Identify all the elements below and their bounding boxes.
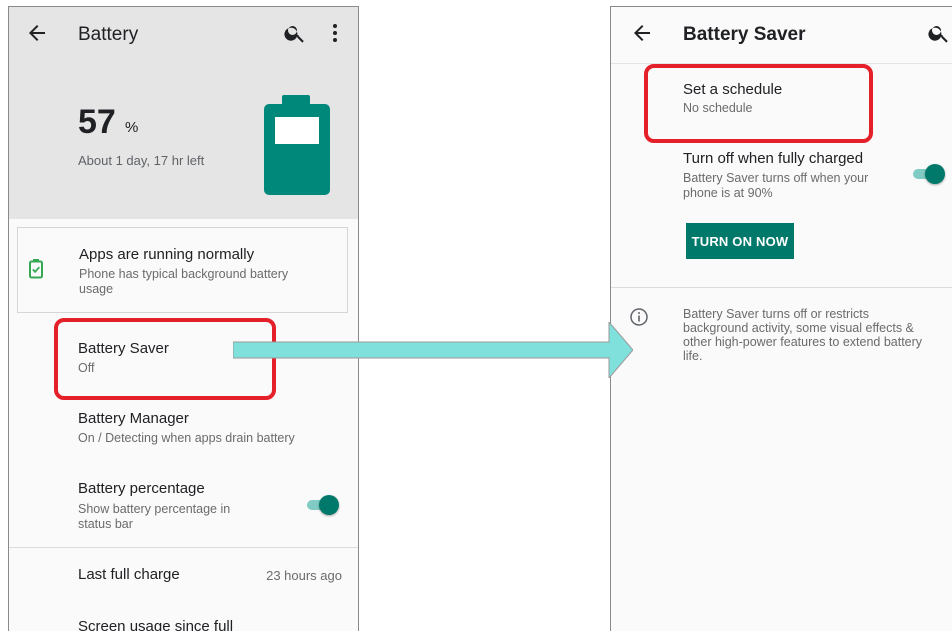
percent-sign: % xyxy=(125,119,139,136)
status-card-title: Apps are running normally xyxy=(79,246,255,263)
more-options-icon[interactable] xyxy=(323,21,347,45)
set-schedule-highlight xyxy=(644,64,873,143)
navigation-arrow xyxy=(233,322,633,378)
battery-manager-title: Battery Manager xyxy=(78,410,189,427)
last-full-charge-label: Last full charge xyxy=(78,566,180,583)
section-divider xyxy=(9,547,358,548)
screen-usage-label: Screen usage since full xyxy=(78,618,234,631)
info-text-line2: background activity, some visual effects… xyxy=(683,321,914,335)
battery-percentage-subtitle-line1: Show battery percentage in xyxy=(78,502,231,516)
search-icon[interactable] xyxy=(927,21,951,45)
status-card-subtitle-line1: Phone has typical background battery xyxy=(79,267,289,281)
turn-off-when-charged-title: Turn off when fully charged xyxy=(683,150,864,167)
battery-status-card[interactable]: Apps are running normally Phone has typi… xyxy=(17,227,348,313)
turn-on-now-button[interactable]: TURN ON NOW xyxy=(686,223,794,259)
turn-off-when-charged-toggle[interactable] xyxy=(911,164,947,184)
toggle-thumb xyxy=(319,495,339,515)
back-arrow-icon[interactable] xyxy=(630,21,654,45)
battery-level: 57 xyxy=(78,103,116,141)
info-text-line4: life. xyxy=(683,349,703,363)
turn-off-when-charged-item[interactable]: Turn off when fully charged Battery Save… xyxy=(611,143,952,213)
status-card-subtitle-line2: usage xyxy=(79,282,114,296)
turn-off-when-charged-subtitle-line2: phone is at 90% xyxy=(683,186,773,200)
battery-top-bar: Battery xyxy=(9,7,358,63)
toggle-thumb xyxy=(925,164,945,184)
battery-check-icon xyxy=(29,259,43,279)
page-title: Battery xyxy=(78,24,139,45)
screen-usage-item[interactable]: Screen usage since full xyxy=(9,607,358,631)
info-text-line3: other high-power features to extend batt… xyxy=(683,335,923,349)
last-full-charge-value: 23 hours ago xyxy=(266,568,342,583)
info-text-line1: Battery Saver turns off or restricts xyxy=(683,307,869,321)
battery-manager-item[interactable]: Battery Manager On / Detecting when apps… xyxy=(9,399,358,455)
page-title: Battery Saver xyxy=(683,24,806,45)
battery-manager-status: On / Detecting when apps drain battery xyxy=(78,431,295,445)
time-left-text: About 1 day, 17 hr left xyxy=(78,153,205,168)
last-full-charge-item[interactable]: Last full charge 23 hours ago xyxy=(9,555,358,595)
battery-icon xyxy=(264,95,330,195)
battery-percentage-item[interactable]: Battery percentage Show battery percenta… xyxy=(9,467,358,537)
search-icon[interactable] xyxy=(283,21,307,45)
battery-saver-top-bar: Battery Saver xyxy=(611,7,952,63)
battery-percentage-title: Battery percentage xyxy=(78,480,205,497)
section-divider xyxy=(611,287,952,288)
turn-off-when-charged-subtitle-line1: Battery Saver turns off when your xyxy=(683,171,869,185)
back-arrow-icon[interactable] xyxy=(25,21,49,45)
battery-percentage-subtitle-line2: status bar xyxy=(78,517,133,531)
battery-percentage-toggle[interactable] xyxy=(305,495,341,515)
